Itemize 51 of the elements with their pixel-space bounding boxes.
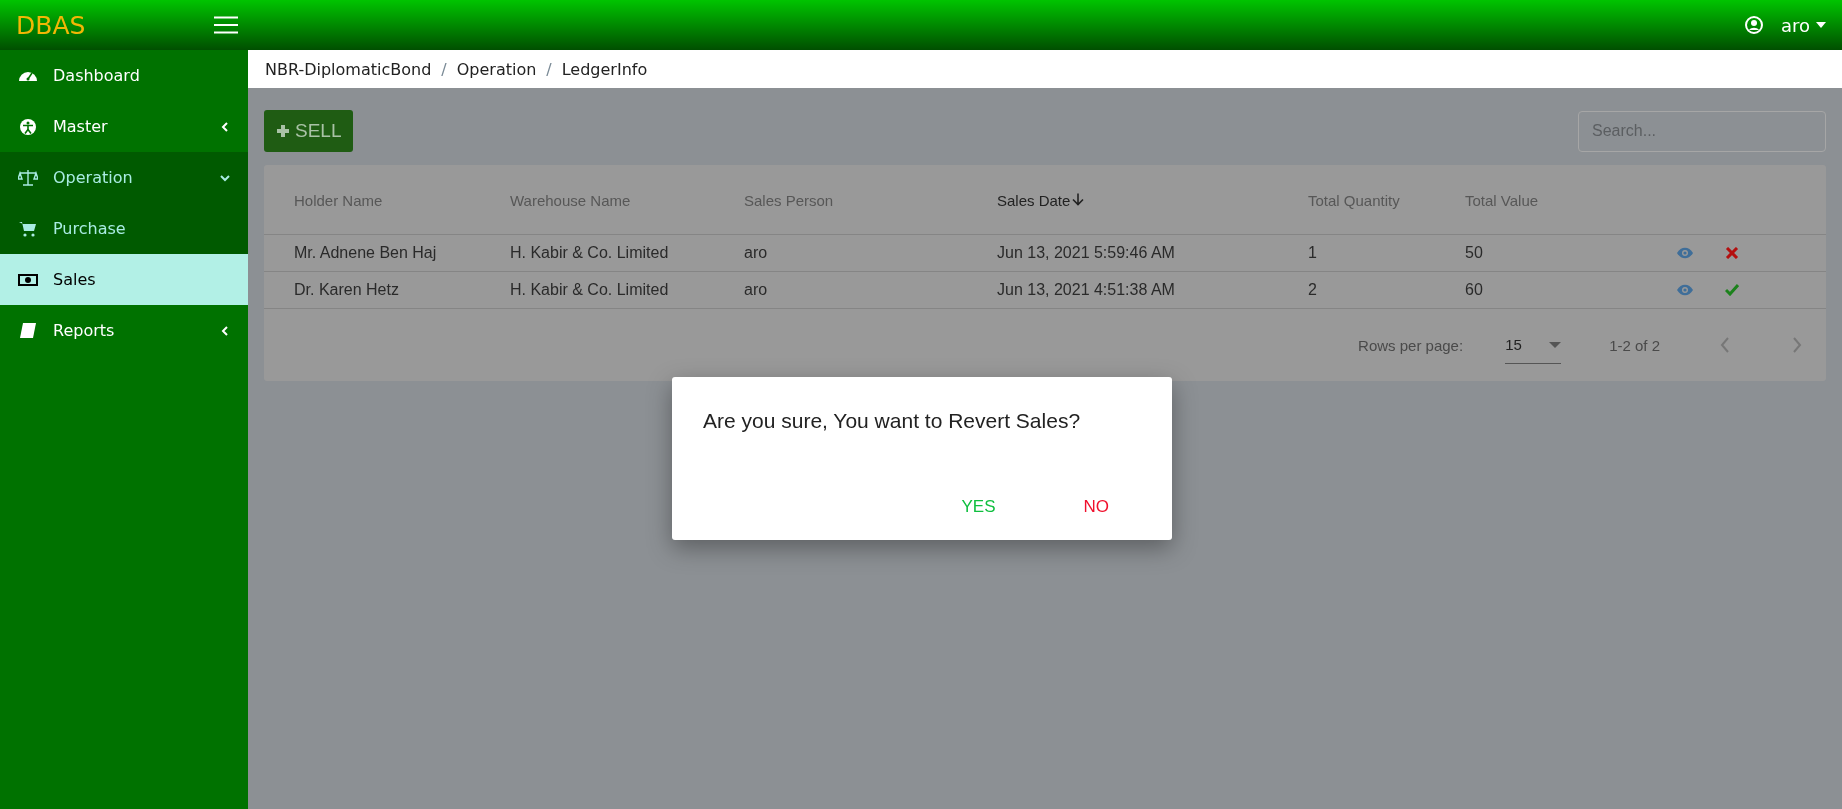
table-cell: aro	[744, 244, 768, 262]
breadcrumb-separator: /	[546, 59, 552, 79]
rows-per-page-select[interactable]: 15	[1505, 326, 1562, 364]
next-page-icon[interactable]	[1792, 337, 1802, 353]
table-cell: 1	[1308, 244, 1317, 262]
table-cell: H. Kabir & Co. Limited	[510, 244, 669, 262]
user-menu[interactable]: aro	[1780, 14, 1826, 36]
breadcrumb-link[interactable]: Operation	[456, 59, 537, 79]
table-cell: aro	[744, 281, 768, 299]
table-cell: 2	[1308, 281, 1317, 299]
cart-icon	[18, 219, 38, 238]
no-button[interactable]: NO	[1071, 493, 1121, 521]
table-cell: Jun 13, 2021 4:51:38 AM	[997, 281, 1175, 299]
dialog-message: Are you sure, You want to Revert Sales?	[703, 409, 1082, 433]
app-brand: DBAS	[16, 10, 87, 40]
previous-page-icon[interactable]	[1720, 337, 1730, 353]
rows-per-page-label: Rows per page:	[1358, 336, 1464, 354]
person-icon	[18, 117, 38, 136]
sidebar-item[interactable]: Sales	[0, 254, 248, 305]
table-cell: Dr. Karen Hetz	[294, 281, 399, 299]
breadcrumb-link[interactable]: NBR-DiplomaticBond	[265, 59, 432, 79]
column-header[interactable]: Sales Date	[997, 191, 1085, 208]
table-cell: 50	[1465, 244, 1483, 262]
user-icon[interactable]	[1744, 16, 1763, 34]
sidebar-item[interactable]: Dashboard	[0, 50, 248, 101]
breadcrumb-link[interactable]: LedgerInfo	[561, 59, 648, 79]
plus-icon	[276, 124, 290, 138]
table-cell: H. Kabir & Co. Limited	[510, 281, 669, 299]
chevron-icon	[220, 121, 230, 132]
breadcrumb-separator: /	[441, 59, 447, 79]
eye-icon[interactable]	[1676, 247, 1694, 259]
table-cell: 60	[1465, 281, 1483, 299]
sort-arrow-icon	[1072, 192, 1085, 207]
sidebar-item[interactable]: Reports	[0, 305, 248, 356]
menu-icon[interactable]	[214, 16, 238, 34]
sidebar-item[interactable]: Master	[0, 101, 248, 152]
scale-icon	[18, 168, 38, 187]
eye-icon[interactable]	[1676, 284, 1694, 296]
checkmark-icon[interactable]	[1725, 284, 1739, 296]
cross-icon[interactable]	[1725, 247, 1739, 259]
caret-icon	[1549, 341, 1562, 348]
chevron-icon	[220, 172, 230, 183]
page-range: 1-2 of 2	[1609, 336, 1660, 354]
book-icon	[18, 321, 38, 340]
chevron-icon	[220, 325, 230, 336]
caret-icon	[1816, 22, 1826, 28]
table-cell: Jun 13, 2021 5:59:46 AM	[997, 244, 1175, 262]
table-cell: Mr. Adnene Ben Haj	[294, 244, 437, 262]
sidebar-item[interactable]: Operation	[0, 152, 248, 203]
sidebar-item[interactable]: Purchase	[0, 203, 248, 254]
sell-button[interactable]: SELL	[264, 110, 354, 152]
